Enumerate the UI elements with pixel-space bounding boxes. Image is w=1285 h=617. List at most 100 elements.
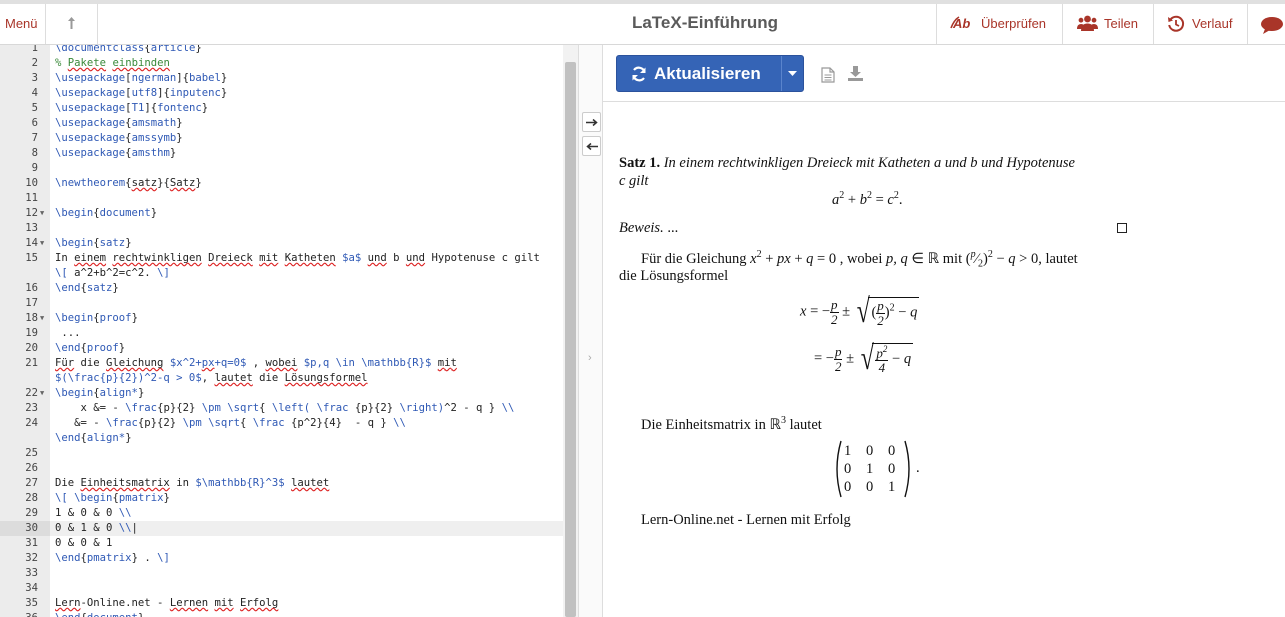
code-editor[interactable]: 1 \documentclass{article} 2 % Pakete einbin… [0, 45, 578, 617]
code-line[interactable]: 2 % Pakete einbinden [0, 56, 563, 71]
code-line[interactable]: 31 0 & 0 & 1 [0, 536, 563, 551]
spellcheck-label: Überprüfen [981, 16, 1047, 31]
fold-toggle-icon[interactable]: ▼ [40, 236, 44, 251]
arrow-up-icon [68, 17, 75, 29]
code-line[interactable]: 27 Die Einheitsmatrix in $\mathbb{R}^3$ l… [0, 476, 563, 491]
sync-to-code-button[interactable] [582, 136, 601, 156]
line-number: 21 [25, 357, 38, 369]
history-icon [1168, 15, 1185, 32]
matrix-cell: 1 [888, 479, 896, 495]
chat-button[interactable] [1247, 4, 1285, 44]
line-number: 19 [25, 327, 38, 339]
line-number: 32 [25, 552, 38, 564]
line-number: 23 [25, 402, 38, 414]
line-number: 25 [25, 447, 38, 459]
top-toolbar: Menü LaTeX-Einführung Ab Überprüfen Teil… [0, 0, 1285, 45]
recompile-label: Aktualisieren [654, 64, 761, 83]
pdf-page: Satz 1. In einem rechtwinkligen Dreieck … [603, 102, 1285, 617]
code-line[interactable]: 19 ... [0, 326, 563, 341]
line-number: 30 [0, 521, 50, 536]
theorem-line-2: c gilt [619, 173, 648, 190]
code-text: In einem rechtwinkligen Dreieck mit Kath… [55, 252, 540, 264]
code-line[interactable]: 26 [0, 461, 563, 476]
code-text: \end{satz} [55, 282, 119, 294]
svg-text:Ab: Ab [952, 16, 970, 31]
file-icon[interactable] [821, 67, 835, 83]
code-text: \usepackage[utf8]{inputenc} [55, 87, 228, 99]
code-line[interactable]: 16 \end{satz} [0, 281, 563, 296]
code-line[interactable]: 8 \usepackage{amsthm} [0, 146, 563, 161]
code-line[interactable]: 9 [0, 161, 563, 176]
matrix-right-paren [904, 440, 910, 498]
code-line[interactable]: 12 ▼ \begin{document} [0, 206, 563, 221]
line-number: 10 [25, 177, 38, 189]
recompile-options-dropdown[interactable] [781, 56, 803, 91]
line-number: 36 [0, 611, 38, 617]
code-line[interactable]: 34 [0, 581, 563, 596]
code-line[interactable]: 21 Für die Gleichung $x^2+px+q=0$ , wobei… [0, 356, 563, 371]
code-text: \begin{align*} [55, 387, 145, 399]
code-line[interactable]: 28 \[ \begin{pmatrix} [0, 491, 563, 506]
chevron-right-icon[interactable]: › [588, 352, 592, 364]
users-icon [1077, 15, 1098, 31]
code-line[interactable]: 23 x &= - \frac{p}{2} \pm \sqrt{ \left( … [0, 401, 563, 416]
spellcheck-button[interactable]: Ab Überprüfen [936, 4, 1062, 44]
code-line[interactable]: 36 \end{document} [0, 611, 563, 617]
editor-scrollbar-thumb[interactable] [565, 62, 576, 617]
code-line[interactable]: 18 ▼ \begin{proof} [0, 311, 563, 326]
einheitsmatrix-line: Die Einheitsmatrix in ℝ3 lautet [641, 415, 822, 433]
code-text: &= - \frac{p}{2} \pm \sqrt{ \frac {p^2}{… [55, 417, 406, 429]
code-text: \end{align*} [55, 432, 132, 444]
code-line[interactable]: 30 0 & 1 & 0 \\| [0, 521, 563, 536]
code-line[interactable]: 32 \end{pmatrix} . \] [0, 551, 563, 566]
recompile-button[interactable]: Aktualisieren [617, 56, 781, 91]
paragraph-text-pre: Für die Gleichung [641, 250, 747, 267]
fold-toggle-icon[interactable]: ▼ [40, 311, 44, 326]
code-line[interactable]: 6 \usepackage{amsmath} [0, 116, 563, 131]
code-line[interactable]: 24 &= - \frac{p}{2} \pm \sqrt{ \frac {p^… [0, 416, 563, 431]
code-text: \newtheorem{satz}{Satz} [55, 177, 202, 189]
code-line[interactable]: 17 [0, 296, 563, 311]
code-text: Für die Gleichung $x^2+px+q=0$ , wobei $… [55, 357, 457, 369]
theorem-line-1: Satz 1. In einem rechtwinkligen Dreieck … [619, 155, 1075, 172]
code-line[interactable]: 7 \usepackage{amssymb} [0, 131, 563, 146]
code-line[interactable]: \end{align*} [0, 431, 563, 446]
download-icon[interactable] [848, 66, 863, 81]
code-line[interactable]: 10 \newtheorem{satz}{Satz} [0, 176, 563, 191]
code-line[interactable]: 33 [0, 566, 563, 581]
code-text: x &= - \frac{p}{2} \pm \sqrt{ \left( \fr… [55, 402, 515, 414]
code-line[interactable]: 29 1 & 0 & 0 \\ [0, 506, 563, 521]
arrow-right-icon [586, 118, 598, 127]
code-line[interactable]: 4 \usepackage[utf8]{inputenc} [0, 86, 563, 101]
einheitsmatrix-text-post: lautet [789, 416, 822, 433]
fold-toggle-icon[interactable]: ▼ [40, 386, 44, 401]
sync-to-pdf-button[interactable] [582, 112, 601, 132]
line-number: 5 [31, 102, 38, 114]
code-line[interactable]: 11 [0, 191, 563, 206]
menu-button[interactable]: Menü [0, 4, 46, 44]
code-line[interactable]: \[ a^2+b^2=c^2. \] [0, 266, 563, 281]
code-line[interactable]: 14 ▼ \begin{satz} [0, 236, 563, 251]
history-button[interactable]: Verlauf [1153, 4, 1247, 44]
code-line[interactable]: 35 Lern-Online.net - Lernen mit Erfolg [0, 596, 563, 611]
share-button[interactable]: Teilen [1062, 4, 1153, 44]
pane-divider[interactable]: › [578, 45, 603, 617]
fold-toggle-icon[interactable]: ▼ [40, 206, 44, 221]
line-number: 20 [25, 342, 38, 354]
line-number: 26 [25, 462, 38, 474]
line-number: 24 [25, 417, 38, 429]
line-number: 17 [25, 297, 38, 309]
code-line[interactable]: 13 [0, 221, 563, 236]
code-line[interactable]: 1 \documentclass{article} [0, 45, 563, 56]
code-line[interactable]: 25 [0, 446, 563, 461]
back-to-projects-button[interactable] [46, 4, 98, 44]
code-text: \usepackage{amsmath} [55, 117, 183, 129]
code-line[interactable]: 22 ▼ \begin{align*} [0, 386, 563, 401]
code-line[interactable]: 3 \usepackage[ngerman]{babel} [0, 71, 563, 86]
code-line[interactable]: 20 \end{proof} [0, 341, 563, 356]
code-text: \usepackage[ngerman]{babel} [55, 72, 228, 84]
code-line[interactable]: 15 In einem rechtwinkligen Dreieck mit Ka… [0, 251, 563, 266]
recompile-button-group: Aktualisieren [616, 55, 804, 92]
code-line[interactable]: 5 \usepackage[T1]{fontenc} [0, 101, 563, 116]
code-line[interactable]: $(\frac{p}{2})^2-q > 0$, lautet die Lösu… [0, 371, 563, 386]
